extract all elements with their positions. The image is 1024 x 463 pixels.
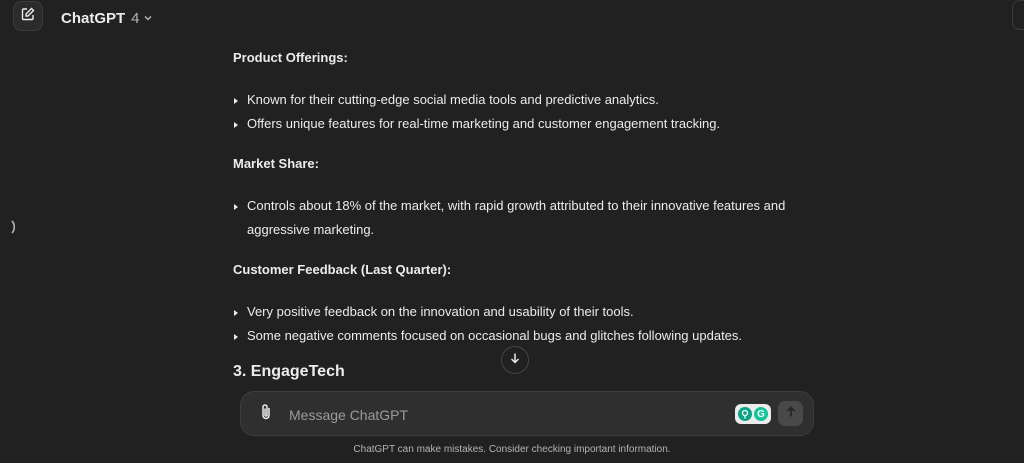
- model-selector[interactable]: ChatGPT 4: [61, 8, 153, 28]
- section-heading: 3. EngageTech: [233, 363, 345, 380]
- extension-badge[interactable]: G: [735, 404, 771, 424]
- pencil-square-icon: [21, 7, 35, 26]
- list-item: Known for their cutting-edge social medi…: [233, 88, 833, 112]
- options-button[interactable]: [1012, 0, 1024, 30]
- chevron-down-icon: [143, 10, 153, 27]
- list-item: Offers unique features for real-time mar…: [233, 112, 833, 136]
- section-title: Market Share:: [233, 156, 319, 171]
- scroll-down-button[interactable]: [501, 346, 529, 374]
- arrow-up-icon: [785, 405, 797, 423]
- bullet-list: Controls about 18% of the market, with r…: [233, 194, 833, 242]
- disclaimer-text: ChatGPT can make mistakes. Consider chec…: [353, 444, 671, 455]
- attach-button[interactable]: [258, 403, 274, 426]
- sidebar-toggle[interactable]: [9, 219, 19, 240]
- model-name: ChatGPT: [61, 9, 126, 27]
- chevron-right-icon: [10, 219, 18, 240]
- model-version: 4: [131, 9, 140, 27]
- location-pin-icon: [738, 407, 752, 421]
- section-title: Product Offerings:: [233, 50, 348, 65]
- bullet-list: Known for their cutting-edge social medi…: [233, 88, 833, 136]
- list-item: Very positive feedback on the innovation…: [233, 300, 833, 324]
- message-composer: G: [240, 391, 814, 436]
- section-customer-feedback: Customer Feedback (Last Quarter):: [233, 258, 451, 282]
- section-product-offerings: Product Offerings:: [233, 46, 348, 70]
- arrow-down-icon: [509, 351, 521, 369]
- send-button[interactable]: [778, 401, 803, 426]
- message-input[interactable]: [287, 400, 711, 430]
- section-title: Customer Feedback (Last Quarter):: [233, 262, 452, 277]
- list-item: Some negative comments focused on occasi…: [233, 324, 833, 348]
- section-market-share: Market Share:: [233, 152, 319, 176]
- bullet-list: Very positive feedback on the innovation…: [233, 300, 833, 348]
- new-chat-button[interactable]: [13, 1, 43, 31]
- grammarly-icon: G: [754, 407, 768, 421]
- list-item: Controls about 18% of the market, with r…: [233, 194, 833, 242]
- paperclip-icon: [259, 403, 273, 426]
